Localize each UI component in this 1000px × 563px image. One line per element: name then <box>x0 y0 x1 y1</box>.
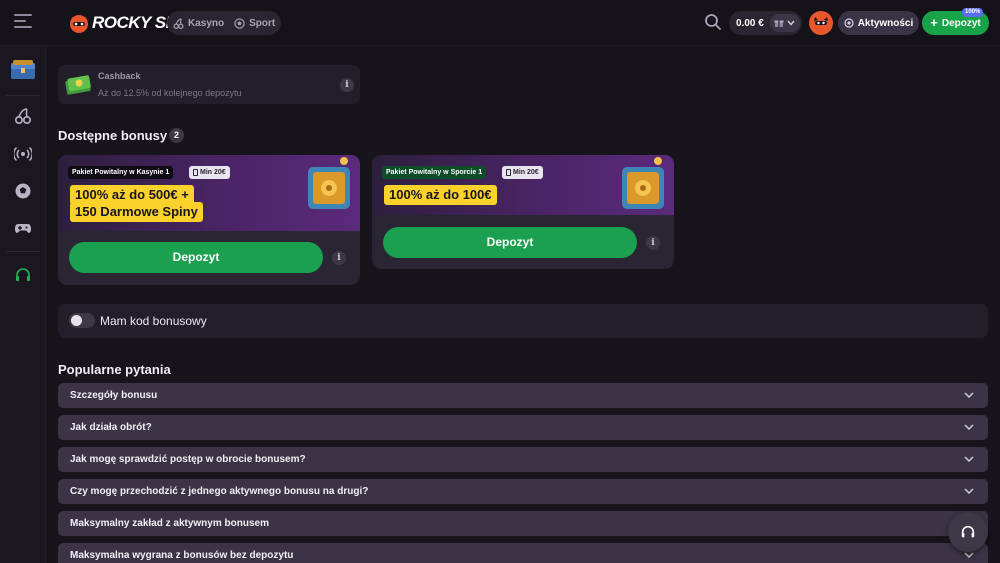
document-icon <box>506 169 511 176</box>
chevron-down-icon <box>964 552 974 559</box>
bonus-headline-line1: 100% aż do 100€ <box>384 185 497 205</box>
raccoon-logo-icon <box>70 15 88 33</box>
sidebar-divider <box>6 251 40 252</box>
faq-title: Popularne pytania <box>58 362 171 377</box>
faq-question: Maksymalna wygrana z bonusów bez depozyt… <box>70 550 294 561</box>
deposit-header-label: Depozyt <box>941 17 981 29</box>
bonuses-count-badge: 2 <box>169 128 184 143</box>
min-deposit-chip: Min 20€ <box>502 166 543 179</box>
deposit-button[interactable]: Depozyt <box>69 242 323 273</box>
cherries-icon[interactable] <box>14 107 32 125</box>
faq-question: Czy mogę przechodzić z jednego aktywnego… <box>70 486 369 497</box>
faq-question: Szczegóły bonusu <box>70 390 158 401</box>
headset-icon <box>961 525 975 538</box>
min-deposit-chip: Min 20€ <box>189 166 230 179</box>
tab-sport[interactable]: Sport <box>234 18 275 29</box>
headset-icon[interactable] <box>14 266 32 284</box>
faq-question: Jak mogę sprawdzić postęp w obrocie bonu… <box>70 454 306 465</box>
chevron-down-icon <box>964 488 974 495</box>
gift-icon <box>774 20 784 27</box>
bonus-card-sport: Pakiet Powitalny w Sporcie 1 Min 20€ 100… <box>372 155 674 269</box>
faq-item[interactable]: Jak mogę sprawdzić postęp w obrocie bonu… <box>58 447 988 472</box>
broadcast-icon[interactable] <box>14 145 32 163</box>
search-icon[interactable] <box>704 13 722 31</box>
product-tabs: Kasyno Sport <box>167 11 282 35</box>
bonus-tag: Pakiet Powitalny w Kasynie 1 <box>68 166 174 179</box>
faq-item[interactable]: Czy mogę przechodzić z jednego aktywnego… <box>58 479 988 504</box>
bonus-info-button[interactable]: i <box>332 251 346 265</box>
document-icon <box>193 169 198 176</box>
avatar[interactable] <box>809 11 833 35</box>
wallet-dropdown[interactable] <box>769 14 800 32</box>
faq-item[interactable]: Maksymalna wygrana z bonusów bez depozyt… <box>58 543 988 563</box>
faq-question: Jak działa obrót? <box>70 422 152 433</box>
support-chat-button[interactable] <box>948 512 988 552</box>
bonus-tag: Pakiet Powitalny w Sporcie 1 <box>382 166 487 179</box>
gamepad-icon[interactable] <box>14 219 32 237</box>
deposit-percent-badge: 100% <box>962 8 984 17</box>
chevron-down-icon <box>964 424 974 431</box>
target-icon <box>844 18 854 28</box>
bonus-headline-line2: 150 Darmowe Spiny <box>70 202 203 222</box>
hamburger-menu-icon[interactable] <box>14 14 32 32</box>
min-deposit-value: Min 20€ <box>200 169 226 176</box>
chevron-down-icon <box>964 392 974 399</box>
bonuses-title: Dostępne bonusy <box>58 128 168 143</box>
tab-kasyno-label: Kasyno <box>188 17 225 29</box>
cashback-info-button[interactable]: i <box>340 78 354 92</box>
soccer-ball-icon <box>234 17 245 29</box>
min-deposit-value: Min 20€ <box>513 169 539 176</box>
sidebar-divider <box>6 95 40 96</box>
vault-icon <box>622 157 664 209</box>
plus-icon: + <box>930 15 938 30</box>
activities-button[interactable]: Aktywności <box>838 11 919 35</box>
deposit-button[interactable]: Depozyt <box>383 227 637 258</box>
faq-item[interactable]: Jak działa obrót? <box>58 415 988 440</box>
toggle-knob <box>71 315 82 326</box>
faq-item[interactable]: Szczegóły bonusu <box>58 383 988 408</box>
balance-value: 0.00 € <box>736 17 764 29</box>
tab-kasyno[interactable]: Kasyno <box>173 18 224 29</box>
chevron-down-icon <box>787 20 795 26</box>
faq-item[interactable]: Maksymalny zakład z aktywnym bonusem <box>58 511 988 536</box>
cashback-title: Cashback <box>98 71 141 81</box>
chest-icon[interactable] <box>10 57 36 81</box>
soccer-ball-icon[interactable] <box>14 182 32 200</box>
tab-sport-label: Sport <box>249 17 276 29</box>
cherries-icon <box>173 17 184 29</box>
raccoon-avatar-icon <box>814 17 828 25</box>
chevron-down-icon <box>964 456 974 463</box>
activities-label: Aktywności <box>857 17 914 29</box>
faq-question: Maksymalny zakład z aktywnym bonusem <box>70 518 269 529</box>
bonus-card-casino: Pakiet Powitalny w Kasynie 1 Min 20€ 100… <box>58 155 360 285</box>
cashback-subtitle: Aż do 12.5% od kolejnego depozytu <box>98 88 242 98</box>
balance-display[interactable]: 0.00 € <box>729 11 802 35</box>
vault-icon <box>308 157 350 209</box>
promo-code-label: Mam kod bonusowy <box>100 314 207 328</box>
bonus-info-button[interactable]: i <box>646 236 660 250</box>
cash-stack-icon <box>65 75 91 95</box>
